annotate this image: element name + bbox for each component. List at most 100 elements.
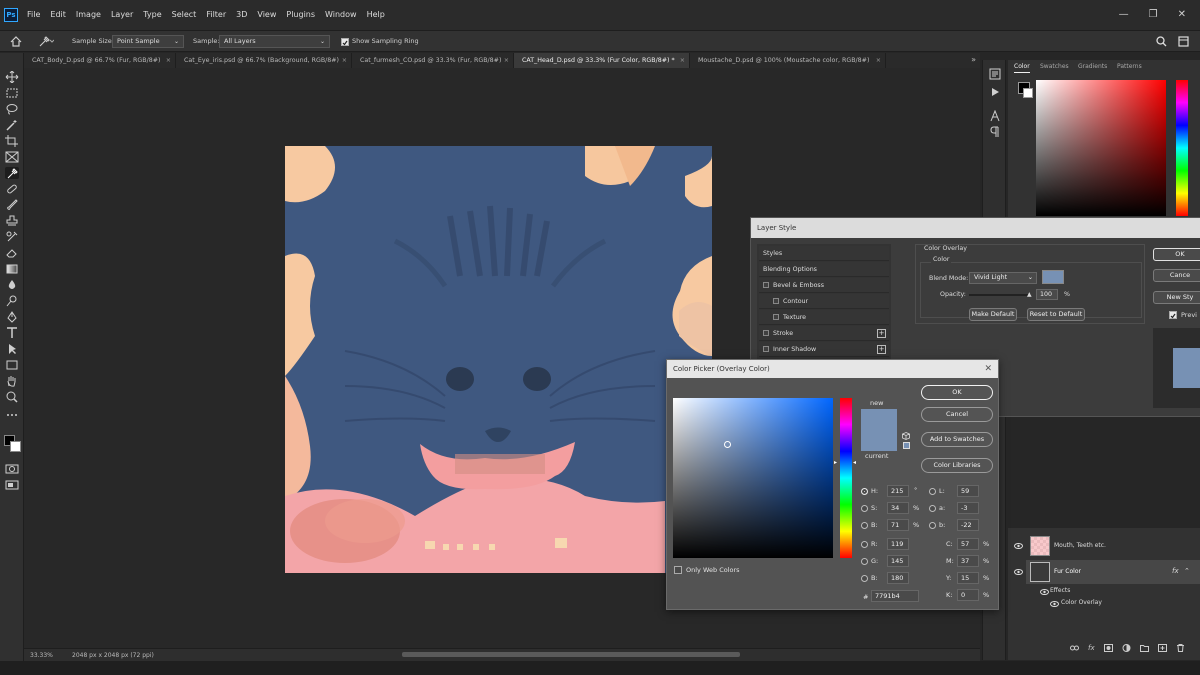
- document-canvas[interactable]: [285, 146, 712, 573]
- menu-plugins[interactable]: Plugins: [281, 8, 320, 22]
- style-item-styles[interactable]: Styles: [759, 246, 889, 261]
- close-icon[interactable]: ×: [342, 53, 347, 68]
- web-safe-swatch[interactable]: [903, 442, 910, 449]
- m-input[interactable]: 37: [957, 555, 979, 567]
- h-input[interactable]: 215: [887, 485, 909, 497]
- brush-tool-icon[interactable]: [5, 199, 19, 211]
- menu-layer[interactable]: Layer: [106, 8, 138, 22]
- reset-to-default-button[interactable]: Reset to Default: [1027, 308, 1085, 321]
- b-input[interactable]: 71: [887, 519, 909, 531]
- home-icon[interactable]: [10, 36, 22, 47]
- blend-mode-select[interactable]: Vivid Light ⌄: [969, 272, 1037, 284]
- layer-style-cancel-button[interactable]: Cance: [1153, 269, 1200, 282]
- move-tool-icon[interactable]: [5, 70, 19, 84]
- g-radio[interactable]: [861, 558, 868, 565]
- trash-icon[interactable]: [1176, 644, 1185, 654]
- blue-input[interactable]: 180: [887, 572, 909, 584]
- r-input[interactable]: 119: [887, 538, 909, 550]
- paragraph-panel-icon[interactable]: [989, 126, 1001, 140]
- color-spectrum-field[interactable]: [1036, 80, 1166, 216]
- style-checkbox[interactable]: [773, 298, 779, 304]
- menu-type[interactable]: Type: [138, 8, 166, 22]
- l-radio[interactable]: [929, 488, 936, 495]
- chevron-up-icon[interactable]: ⌃: [1184, 567, 1190, 575]
- menu-file[interactable]: File: [22, 8, 45, 22]
- close-icon[interactable]: ×: [504, 53, 509, 68]
- color-libraries-button[interactable]: Color Libraries: [921, 458, 993, 473]
- color-hue-slider[interactable]: [1176, 80, 1188, 216]
- tab-patterns[interactable]: Patterns: [1117, 63, 1142, 70]
- history-brush-icon[interactable]: [5, 231, 19, 243]
- show-sampling-ring-checkbox[interactable]: [341, 38, 349, 46]
- history-panel-icon[interactable]: [989, 68, 1001, 82]
- hue-slider[interactable]: [840, 398, 852, 558]
- h-radio[interactable]: [861, 488, 868, 495]
- y-input[interactable]: 15: [957, 572, 979, 584]
- marquee-tool-icon[interactable]: [5, 87, 19, 99]
- actions-panel-icon[interactable]: [989, 86, 1001, 100]
- tab-cat-head[interactable]: CAT_Head_D.psd @ 33.3% (Fur Color, RGB/8…: [514, 53, 690, 68]
- tab-moustache[interactable]: Moustache_D.psd @ 100% (Moustache color,…: [690, 53, 886, 68]
- panel-background-swatch[interactable]: [1023, 88, 1033, 98]
- fx-badge[interactable]: fx: [1172, 567, 1179, 575]
- magic-wand-tool-icon[interactable]: [5, 119, 19, 131]
- menu-filter[interactable]: Filter: [201, 8, 231, 22]
- close-icon[interactable]: ×: [166, 53, 171, 68]
- background-color-swatch[interactable]: [10, 441, 21, 452]
- tab-cat-eye-iris[interactable]: Cat_Eye_iris.psd @ 66.7% (Background, RG…: [176, 53, 352, 68]
- eye-icon[interactable]: [1014, 568, 1023, 577]
- menu-window[interactable]: Window: [320, 8, 362, 22]
- style-item-blending-options[interactable]: Blending Options: [759, 262, 889, 277]
- eye-icon[interactable]: [1040, 588, 1049, 597]
- a-input[interactable]: -3: [957, 502, 979, 514]
- sample-size-select[interactable]: Point Sample ⌄: [112, 35, 184, 48]
- make-default-button[interactable]: Make Default: [969, 308, 1017, 321]
- only-web-colors-checkbox[interactable]: [674, 566, 682, 574]
- blue-radio[interactable]: [861, 575, 868, 582]
- menu-3d[interactable]: 3D: [231, 8, 252, 22]
- menu-help[interactable]: Help: [362, 8, 390, 22]
- lab-b-radio[interactable]: [929, 522, 936, 529]
- tab-swatches[interactable]: Swatches: [1040, 63, 1069, 70]
- horizontal-scrollbar[interactable]: [402, 652, 740, 657]
- minimize-button[interactable]: —: [1119, 9, 1129, 20]
- blur-tool-icon[interactable]: [5, 279, 19, 291]
- sample-select[interactable]: All Layers ⌄: [219, 35, 330, 48]
- layer-row-mouth[interactable]: Mouth, Teeth etc.: [1014, 534, 1200, 558]
- crop-tool-icon[interactable]: [5, 135, 19, 147]
- style-checkbox[interactable]: [773, 314, 779, 320]
- color-picker-ok-button[interactable]: OK: [921, 385, 993, 400]
- layer-row-fur-color[interactable]: Fur Color fx ⌃: [1014, 560, 1200, 584]
- tab-gradients[interactable]: Gradients: [1078, 63, 1107, 70]
- healing-brush-icon[interactable]: [5, 183, 19, 195]
- style-item-bevel-emboss[interactable]: Bevel & Emboss: [759, 278, 889, 293]
- eyedropper-icon[interactable]: [5, 167, 19, 179]
- style-checkbox[interactable]: [763, 282, 769, 288]
- l-input[interactable]: 59: [957, 485, 979, 497]
- saturation-brightness-field[interactable]: [673, 398, 833, 558]
- menu-image[interactable]: Image: [71, 8, 106, 22]
- menu-view[interactable]: View: [252, 8, 281, 22]
- eyedropper-tool-icon[interactable]: [38, 36, 54, 47]
- g-input[interactable]: 145: [887, 555, 909, 567]
- zoom-tool-icon[interactable]: [5, 391, 19, 403]
- eye-icon[interactable]: [1014, 542, 1023, 551]
- fx-icon[interactable]: fx: [1088, 644, 1095, 654]
- k-input[interactable]: 0: [957, 589, 979, 601]
- overlay-color-swatch[interactable]: [1042, 270, 1064, 284]
- more-tools-icon[interactable]: [5, 409, 19, 421]
- workspace-icon[interactable]: [1178, 36, 1189, 47]
- tab-cat-furmesh[interactable]: Cat_furmesh_CO.psd @ 33.3% (Fur, RGB/8#)…: [352, 53, 514, 68]
- mask-icon[interactable]: [1103, 644, 1113, 654]
- hand-tool-icon[interactable]: [5, 375, 19, 387]
- tab-color[interactable]: Color: [1014, 63, 1030, 73]
- hue-slider-left-arrow[interactable]: ▸: [834, 459, 837, 466]
- tab-cat-body[interactable]: CAT_Body_D.psd @ 66.7% (Fur, RGB/8#) ×: [24, 53, 176, 68]
- type-tool-icon[interactable]: [5, 327, 19, 339]
- hex-input[interactable]: 7791b4: [871, 590, 919, 602]
- preview-checkbox[interactable]: [1169, 311, 1177, 319]
- restore-button[interactable]: ❐: [1149, 9, 1158, 20]
- opacity-input[interactable]: 100: [1036, 289, 1058, 300]
- new-style-button[interactable]: New Sty: [1153, 291, 1200, 304]
- color-overlay-effect[interactable]: Color Overlay: [1061, 599, 1102, 606]
